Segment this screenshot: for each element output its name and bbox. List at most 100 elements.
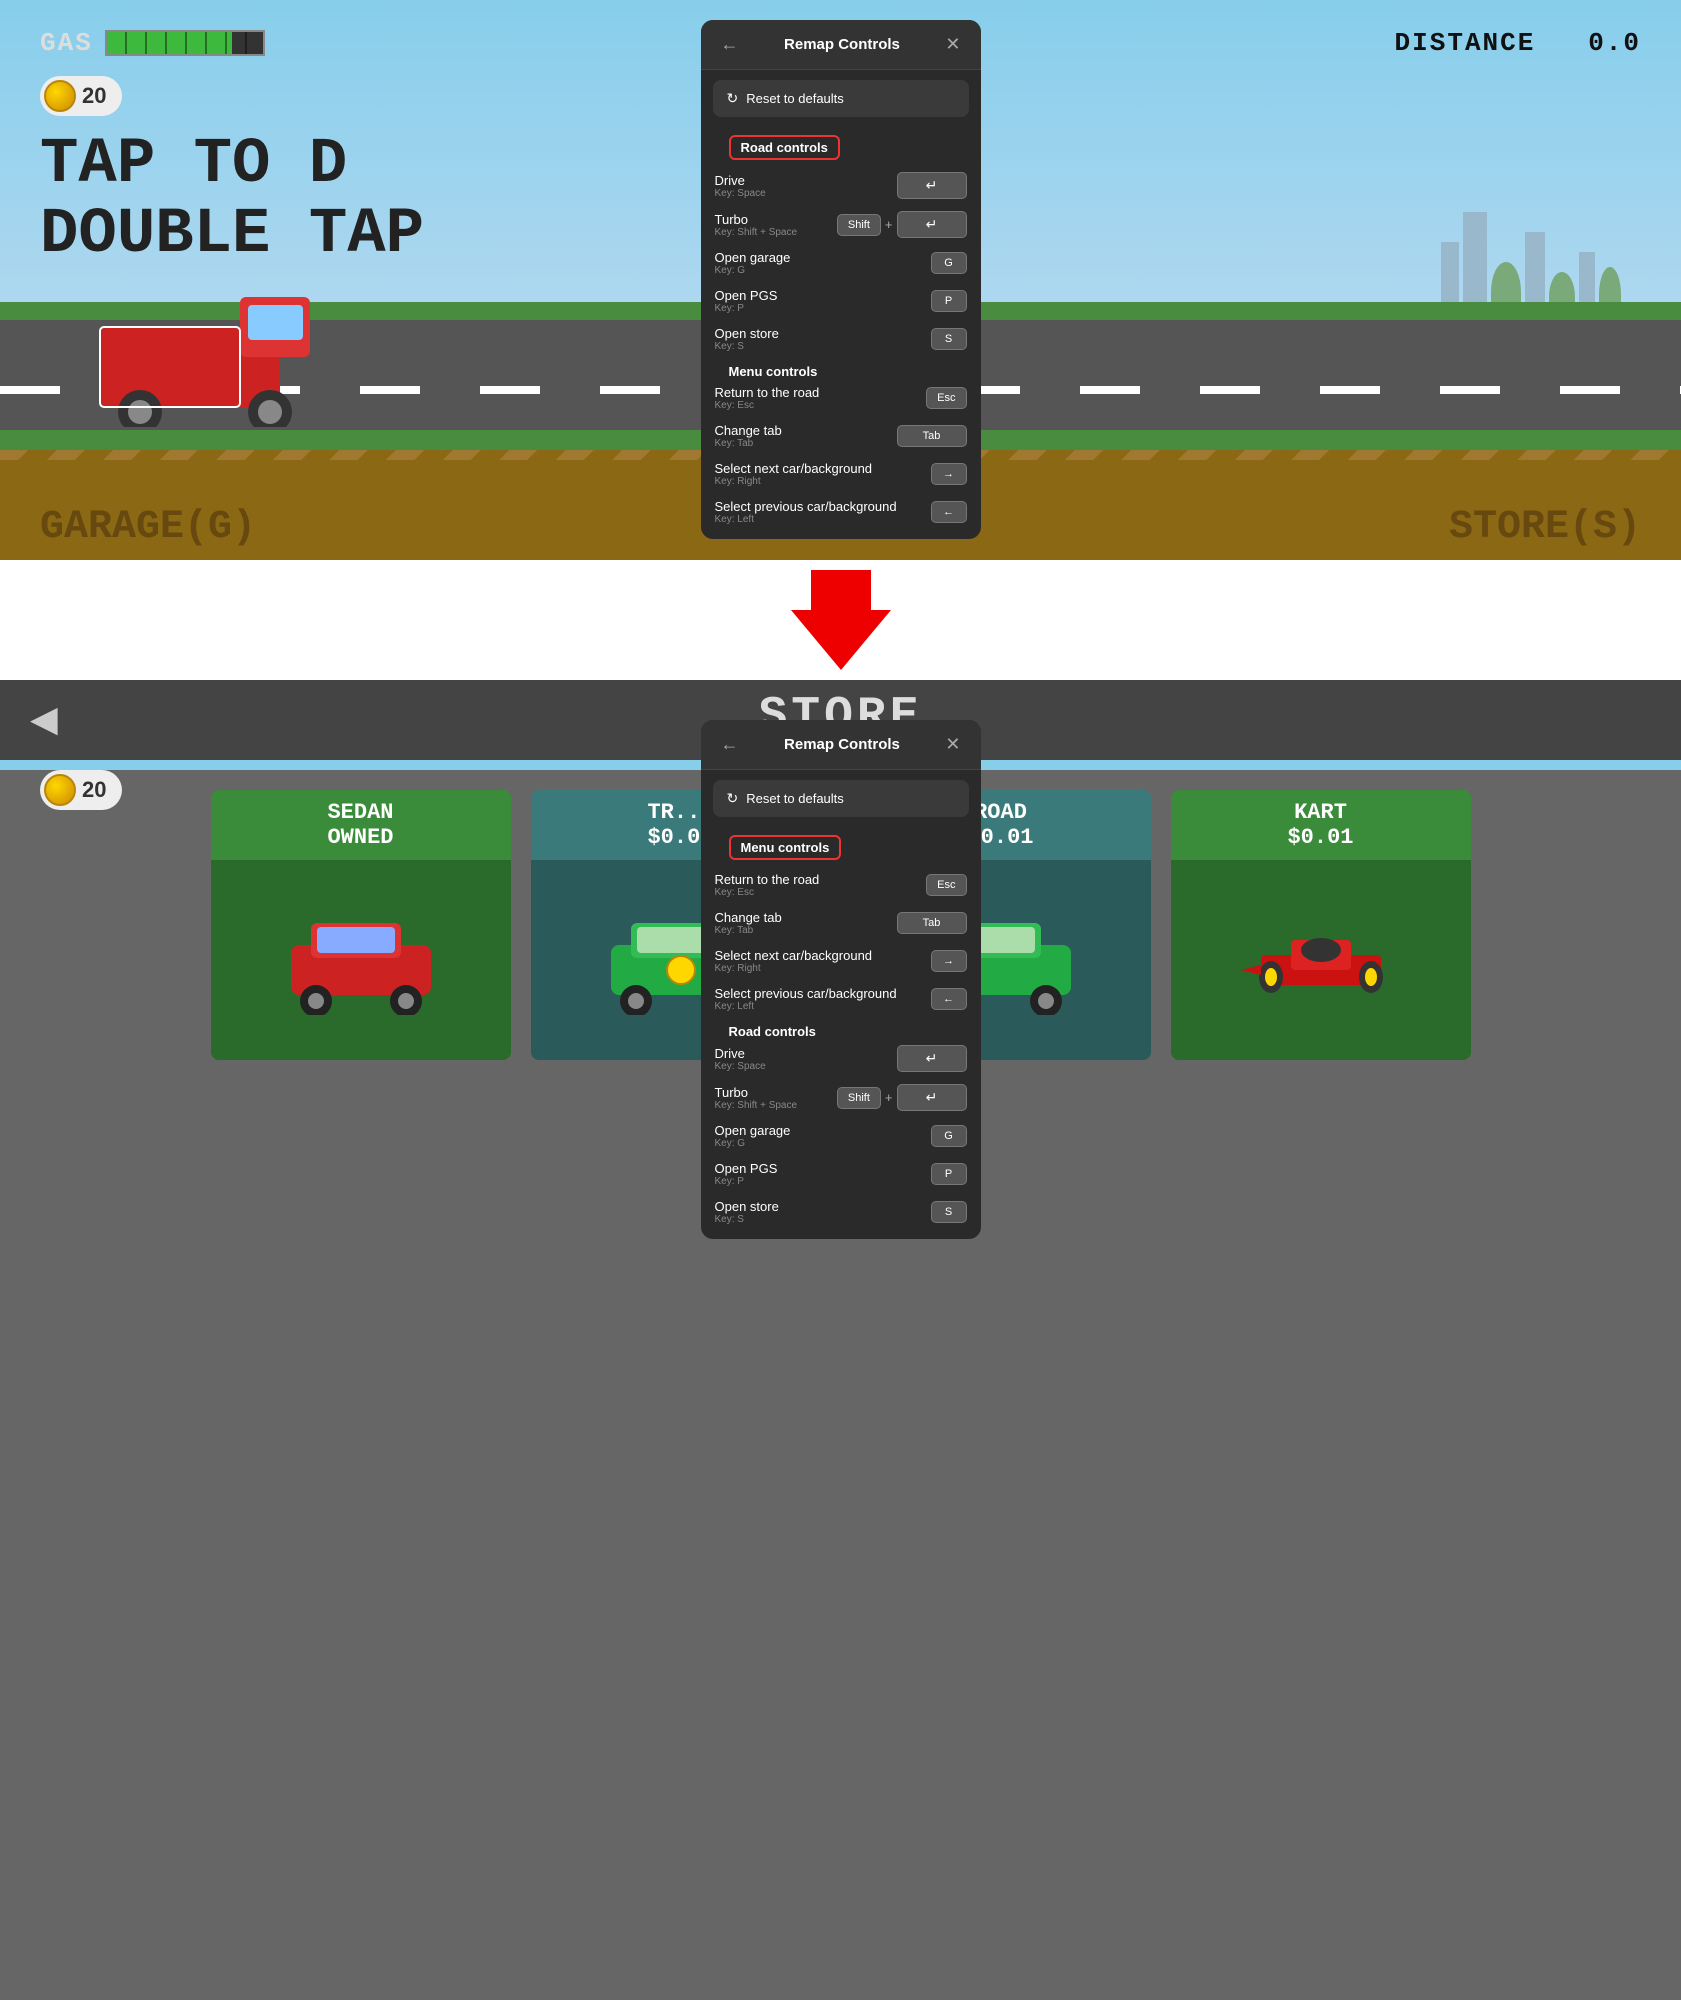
coin-icon: [44, 80, 76, 112]
drive-key-btn-top[interactable]: ↵: [897, 172, 967, 199]
kart-image: [1171, 860, 1471, 1060]
drive-name-bottom: Drive: [715, 1046, 897, 1061]
nextcar-key-top: Key: Right: [715, 476, 931, 487]
return-key-bottom: Key: Esc: [715, 887, 927, 898]
game-text-line2: DOUBLE TAP: [40, 200, 424, 270]
esc-key-btn-top[interactable]: Esc: [926, 387, 966, 409]
space-key-btn-bottom[interactable]: ↵: [897, 1084, 967, 1111]
shift-key-btn-top[interactable]: Shift: [837, 214, 881, 236]
control-drive-bottom: Drive Key: Space ↵: [701, 1039, 981, 1078]
pgs-key-bottom: Key: P: [715, 1176, 931, 1187]
modal-title-bottom: Remap Controls: [743, 736, 942, 753]
left-key-btn-top[interactable]: ←: [931, 501, 967, 523]
pgs-name-top: Open PGS: [715, 288, 931, 303]
control-changetab-top: Change tab Key: Tab Tab: [701, 417, 981, 455]
sedan-header: SEDANOWNED: [211, 790, 511, 860]
control-store-bottom: Open store Key: S S: [701, 1193, 981, 1231]
nextcar-name-top: Select next car/background: [715, 461, 931, 476]
left-key-btn-bottom[interactable]: ←: [931, 988, 967, 1010]
store-key-bottom: Key: S: [715, 1214, 931, 1225]
pgs-name-bottom: Open PGS: [715, 1161, 931, 1176]
control-return-bottom: Return to the road Key: Esc Esc: [701, 866, 981, 904]
game-instruction-text: TAP TO D DOUBLE TAP: [40, 130, 424, 271]
right-key-btn-bottom[interactable]: →: [931, 950, 967, 972]
g-key-btn-top[interactable]: G: [931, 252, 967, 274]
garage-key-bottom: Key: G: [715, 1138, 931, 1149]
kart-svg: [1231, 905, 1411, 1015]
modal-back-button-top[interactable]: ←: [717, 34, 743, 55]
p-key-btn-top[interactable]: P: [931, 290, 967, 312]
turbo-plus-bottom: +: [885, 1090, 893, 1105]
reset-label-top: Reset to defaults: [746, 91, 844, 106]
changetab-name-bottom: Change tab: [715, 910, 897, 925]
reset-icon-bottom: ↻: [727, 790, 739, 807]
p-key-btn-bottom[interactable]: P: [931, 1163, 967, 1185]
remap-modal-bottom: ← Remap Controls ✕ ↻ Reset to defaults M…: [701, 720, 981, 1239]
modal-back-button-bottom[interactable]: ←: [717, 734, 743, 755]
s-key-btn-top[interactable]: S: [931, 328, 967, 350]
store-label: STORE(S): [1449, 505, 1641, 550]
drive-key-btn-bottom[interactable]: ↵: [897, 1045, 967, 1072]
modal-container-bottom: ← Remap Controls ✕ ↻ Reset to defaults M…: [701, 720, 981, 1239]
return-key-top: Key: Esc: [715, 400, 927, 411]
control-pgs-top: Open PGS Key: P P: [701, 282, 981, 320]
drive-name-top: Drive: [715, 173, 897, 188]
tab-key-btn-bottom[interactable]: Tab: [897, 912, 967, 934]
tab-key-btn-top[interactable]: Tab: [897, 425, 967, 447]
road-controls-label-top: Road controls: [729, 135, 840, 160]
turbo-key-top: Key: Shift + Space: [715, 227, 837, 238]
nextcar-key-bottom: Key: Right: [715, 963, 931, 974]
road-controls-label-bottom: Road controls: [715, 1016, 830, 1043]
bottom-game-screen: ◀ STORE 20 SEDANOWNED TR...$0.01: [0, 680, 1681, 2000]
s-key-btn-bottom[interactable]: S: [931, 1201, 967, 1223]
coin-count-bottom: 20: [82, 777, 106, 803]
car-card-kart[interactable]: KART$0.01: [1171, 790, 1471, 1060]
shift-key-btn-bottom[interactable]: Shift: [837, 1087, 881, 1109]
space-key-btn-top[interactable]: ↵: [897, 211, 967, 238]
control-store-top: Open store Key: S S: [701, 320, 981, 358]
changetab-key-bottom: Key: Tab: [715, 925, 897, 936]
top-game-screen: GAS DISTANCE 0.0 20 TAP TO D DOUBLE TAP: [0, 0, 1681, 560]
car-card-sedan[interactable]: SEDANOWNED: [211, 790, 511, 1060]
garage-name-top: Open garage: [715, 250, 931, 265]
nextcar-name-bottom: Select next car/background: [715, 948, 931, 963]
arrow-indicator: [791, 570, 891, 670]
sedan-svg: [271, 905, 451, 1015]
control-prevcar-bottom: Select previous car/background Key: Left…: [701, 980, 981, 1018]
esc-key-btn-bottom[interactable]: Esc: [926, 874, 966, 896]
store-key-top: Key: S: [715, 341, 931, 352]
reset-defaults-button-bottom[interactable]: ↻ Reset to defaults: [713, 780, 969, 817]
truck-vehicle: [80, 277, 340, 432]
prevcar-name-bottom: Select previous car/background: [715, 986, 931, 1001]
turbo-name-bottom: Turbo: [715, 1085, 837, 1100]
control-garage-top: Open garage Key: G G: [701, 244, 981, 282]
control-drive-top: Drive Key: Space ↵: [701, 166, 981, 205]
control-turbo-top: Turbo Key: Shift + Space Shift + ↵: [701, 205, 981, 244]
store-back-button[interactable]: ◀: [30, 698, 58, 740]
control-garage-bottom: Open garage Key: G G: [701, 1117, 981, 1155]
control-prevcar-top: Select previous car/background Key: Left…: [701, 493, 981, 531]
modal-header-bottom: ← Remap Controls ✕: [701, 720, 981, 770]
sedan-image: [211, 860, 511, 1060]
gas-bar-segments: [107, 32, 263, 54]
prevcar-key-top: Key: Left: [715, 514, 931, 525]
garage-label: GARAGE(G): [40, 505, 256, 550]
modal-close-button-bottom[interactable]: ✕: [941, 734, 964, 755]
remap-modal-top: ← Remap Controls ✕ ↻ Reset to defaults R…: [701, 20, 981, 539]
modal-close-button-top[interactable]: ✕: [941, 34, 964, 55]
control-nexcar-top: Select next car/background Key: Right →: [701, 455, 981, 493]
g-key-btn-bottom[interactable]: G: [931, 1125, 967, 1147]
coins-hud-top: 20: [40, 76, 122, 116]
right-key-btn-top[interactable]: →: [931, 463, 967, 485]
reset-defaults-button-top[interactable]: ↻ Reset to defaults: [713, 80, 969, 117]
coin-count-top: 20: [82, 83, 106, 109]
menu-controls-label-bottom: Menu controls: [729, 835, 842, 860]
control-nextcar-bottom: Select next car/background Key: Right →: [701, 942, 981, 980]
control-turbo-bottom: Turbo Key: Shift + Space Shift + ↵: [701, 1078, 981, 1117]
turbo-key-bottom: Key: Shift + Space: [715, 1100, 837, 1111]
reset-label-bottom: Reset to defaults: [746, 791, 844, 806]
distance-label: DISTANCE: [1395, 28, 1536, 58]
coins-hud-bottom: 20: [40, 770, 122, 810]
divider-section: [0, 560, 1681, 680]
control-changetab-bottom: Change tab Key: Tab Tab: [701, 904, 981, 942]
